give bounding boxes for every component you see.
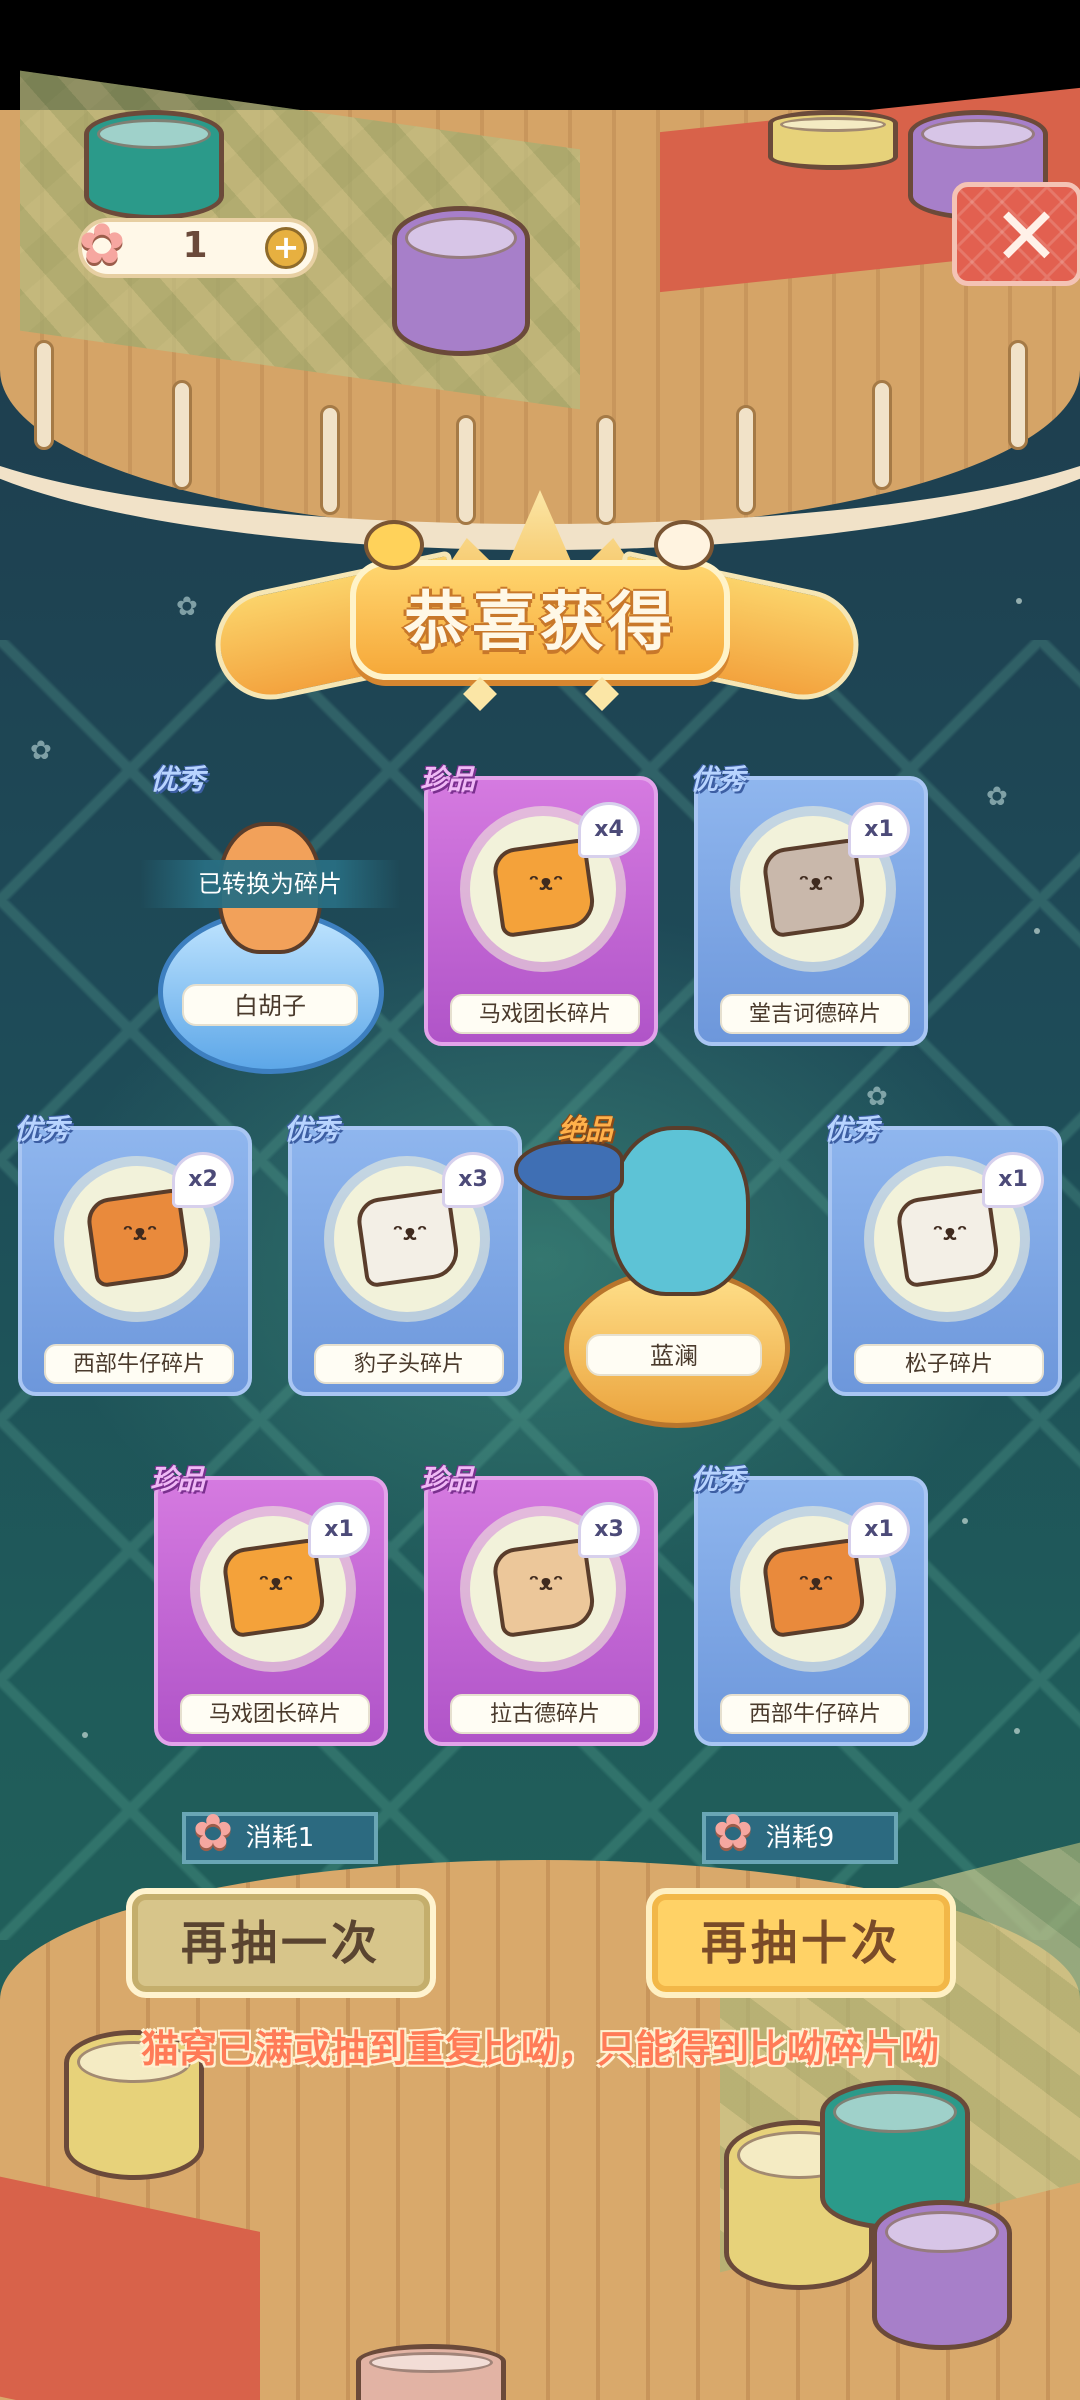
close-button[interactable]: ✕ [952, 182, 1080, 286]
reward-card[interactable]: ᵔᴥᵔ x4 马戏团长碎片 [424, 776, 658, 1046]
star-dot [1014, 1728, 1020, 1734]
draw-ten-button[interactable]: 再抽十次 [646, 1888, 956, 1998]
quantity-badge: x1 [848, 802, 910, 858]
star-dot [962, 1518, 968, 1524]
railing-post [736, 405, 756, 515]
reward-name: 马戏团长碎片 [180, 1694, 370, 1734]
reward-card[interactable]: ᵔᴥᵔ x2 西部牛仔碎片 [18, 1126, 252, 1396]
close-icon: ✕ [993, 190, 1061, 283]
quantity-badge: x1 [982, 1152, 1044, 1208]
quantity-badge: x1 [848, 1502, 910, 1558]
star-dot [82, 1732, 88, 1738]
railing-post [872, 380, 892, 490]
rarity-tag: 优秀 [284, 1113, 339, 1146]
reward-name: 松子碎片 [854, 1344, 1044, 1384]
converted-status: 已转换为碎片 [140, 860, 400, 908]
fragment-face: ᵔᴥᵔ [798, 871, 834, 896]
rarity-tag: 珍品 [420, 1463, 475, 1496]
fragment-face: ᵔᴥᵔ [798, 1571, 834, 1596]
sparkle-icon: ✿ [30, 736, 52, 766]
reward-card[interactable]: ᵔᴥᵔ x3 拉古德碎片 [424, 1476, 658, 1746]
chick-icon [654, 520, 714, 570]
reward-card[interactable]: ᵔᴥᵔ x1 西部牛仔碎片 [694, 1476, 928, 1746]
quantity-badge: x2 [172, 1152, 234, 1208]
quantity-badge: x1 [308, 1502, 370, 1558]
chick-icon [364, 520, 424, 570]
reward-name: 西部牛仔碎片 [44, 1344, 234, 1384]
gacha-result-screen: ✿ ✿ ✿ ✿ ✿ 1 + ✕ 恭喜获得 优秀 已转换为碎片 白胡子 ᵔᴥᵔ x… [0, 0, 1080, 2400]
reward-card[interactable]: ᵔᴥᵔ x1 马戏团长碎片 [154, 1476, 388, 1746]
fragment-face: ᵔᴥᵔ [528, 1571, 564, 1596]
quantity-badge: x4 [578, 802, 640, 858]
railing-post [172, 380, 192, 490]
sparkle-icon: ✿ [176, 592, 198, 622]
page-title: 恭喜获得 [404, 586, 676, 660]
quantity-badge: x3 [442, 1152, 504, 1208]
quantity-badge: x3 [578, 1502, 640, 1558]
cat-paw-ticket-icon: ✿ [78, 212, 126, 277]
sparkle-icon: ✿ [986, 782, 1008, 812]
fragment-face: ᵔᴥᵔ [258, 1571, 294, 1596]
decor-can [768, 110, 898, 170]
add-ticket-button[interactable]: + [265, 227, 307, 269]
reward-name: 白胡子 [182, 984, 358, 1026]
railing-post [456, 415, 476, 525]
fragment-face: ᵔᴥᵔ [932, 1221, 968, 1246]
duplicate-notice: 猫窝已满或抽到重复比呦，只能得到比呦碎片呦 [140, 2027, 939, 2071]
decor-can [356, 2344, 506, 2400]
rarity-tag: 优秀 [690, 763, 745, 796]
reward-name: 拉古德碎片 [450, 1694, 640, 1734]
rarity-tag: 绝品 [558, 1113, 613, 1146]
reward-name: 西部牛仔碎片 [720, 1694, 910, 1734]
railing-post [320, 405, 340, 515]
reward-card[interactable]: ᵔᴥᵔ x1 松子碎片 [828, 1126, 1062, 1396]
reward-name: 马戏团长碎片 [450, 994, 640, 1034]
rarity-tag: 优秀 [824, 1113, 879, 1146]
reward-name: 豹子头碎片 [314, 1344, 504, 1384]
rarity-tag: 珍品 [420, 763, 475, 796]
fragment-face: ᵔᴥᵔ [122, 1221, 158, 1246]
railing-post [1008, 340, 1028, 450]
draw-once-button[interactable]: 再抽一次 [126, 1888, 436, 1998]
ticket-count: 1 [182, 225, 208, 266]
reward-name: 蓝澜 [586, 1334, 762, 1376]
character-sprite-fish [514, 1140, 624, 1200]
cat-paw-ticket-icon: ✿ [192, 1804, 234, 1860]
rarity-tag: 优秀 [690, 1463, 745, 1496]
fragment-face: ᵔᴥᵔ [528, 871, 564, 896]
cat-paw-ticket-icon: ✿ [712, 1804, 754, 1860]
reward-name: 堂吉诃德碎片 [720, 994, 910, 1034]
rarity-tag: 珍品 [150, 1463, 205, 1496]
star-dot [1034, 928, 1040, 934]
railing-post [34, 340, 54, 450]
rarity-tag: 优秀 [14, 1113, 69, 1146]
fragment-face: ᵔᴥᵔ [392, 1221, 428, 1246]
railing-post [596, 415, 616, 525]
character-sprite [610, 1126, 750, 1296]
decor-can [872, 2200, 1012, 2350]
reward-card[interactable]: ᵔᴥᵔ x1 堂吉诃德碎片 [694, 776, 928, 1046]
rarity-tag: 优秀 [150, 763, 205, 796]
reward-card[interactable]: ᵔᴥᵔ x3 豹子头碎片 [288, 1126, 522, 1396]
star-dot [1016, 598, 1022, 604]
